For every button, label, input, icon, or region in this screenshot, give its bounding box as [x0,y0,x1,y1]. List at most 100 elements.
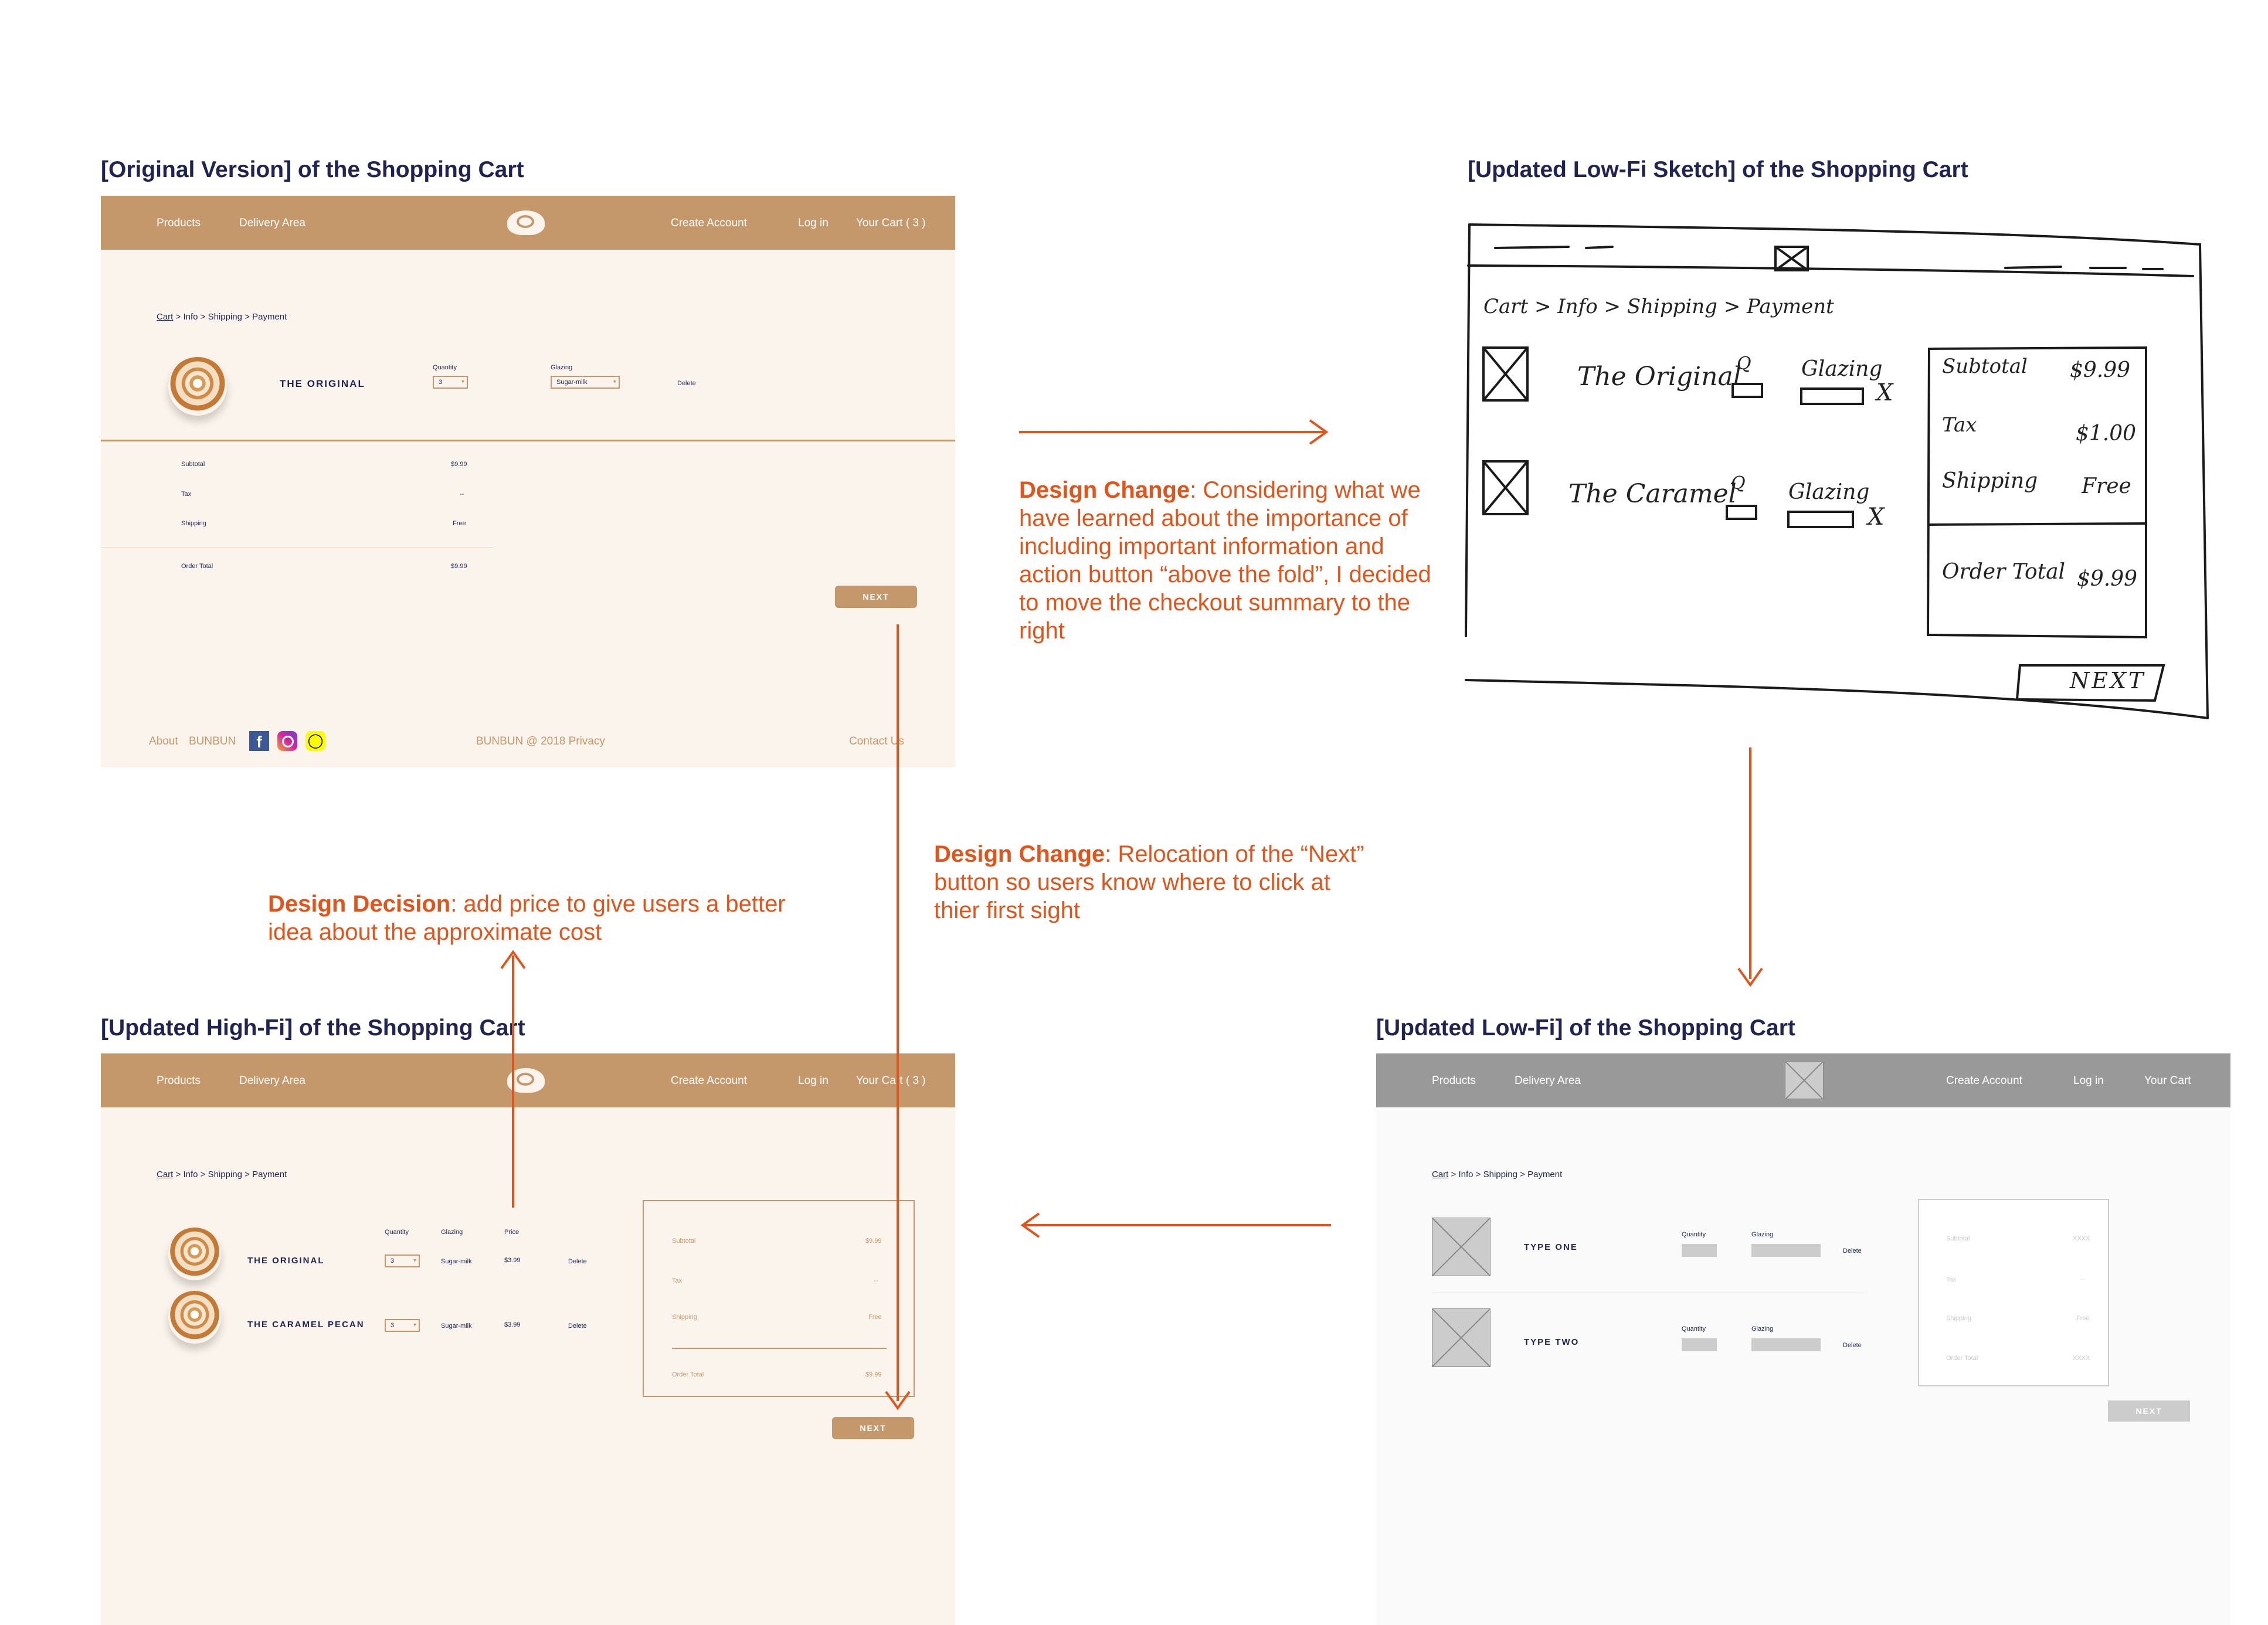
breadcrumb-shipping[interactable]: Shipping [208,1170,242,1179]
delete-link[interactable]: Delete [677,380,696,387]
glazing-field[interactable] [1751,1244,1821,1257]
highfi-title: [Updated High-Fi] of the Shopping Cart [101,1015,525,1041]
order-total-value: $9.99 [451,563,467,570]
quantity-field[interactable] [1682,1338,1717,1351]
quantity-label: Quantity [433,364,457,371]
breadcrumb-payment[interactable]: Payment [252,1170,287,1179]
logo-placeholder-icon[interactable] [1785,1062,1824,1099]
original-mockup: Products Delivery Area Create Account Lo… [101,196,955,767]
delete-link[interactable]: Delete [1843,1342,1862,1349]
breadcrumb-separator: > [175,1170,181,1179]
nav-create-account-link[interactable]: Create Account [671,217,747,230]
next-button[interactable]: NEXT [832,1417,914,1439]
shipping-label: Shipping [1946,1315,1971,1322]
item-name: THE ORIGINAL [247,1256,325,1266]
arrow-price-decision [512,956,514,1208]
quantity-field[interactable] [1682,1244,1717,1257]
nav-login-link[interactable]: Log in [798,217,829,230]
sketch-shipping-label: Shipping [1942,469,2038,493]
breadcrumb-cart[interactable]: Cart [157,312,173,322]
snapchat-icon[interactable]: ◯ [305,731,325,751]
quantity-label: Quantity [1682,1325,1706,1332]
sketch-title: [Updated Low-Fi Sketch] of the Shopping … [1468,157,1968,182]
arrow-up-head-icon [500,950,526,970]
breadcrumb-separator: > [245,1170,250,1179]
breadcrumb-info[interactable]: Info [1458,1170,1473,1179]
breadcrumb-info[interactable]: Info [183,1170,198,1179]
divider [101,440,955,441]
nav-delivery-link[interactable]: Delivery Area [1515,1075,1581,1087]
breadcrumb-shipping[interactable]: Shipping [208,312,242,322]
sketch-next-button: NEXT [2070,668,2146,693]
delete-link[interactable]: Delete [1843,1247,1862,1255]
breadcrumb-shipping[interactable]: Shipping [1483,1170,1517,1179]
tax-value: -- [2080,1276,2085,1283]
quantity-select[interactable]: 3 [385,1319,420,1332]
glazing-value[interactable]: Sugar-milk [441,1258,472,1265]
nav-cart-link[interactable]: Your Cart ( 3 ) [856,1075,926,1087]
tax-label: Tax [672,1277,683,1284]
nav-delivery-link[interactable]: Delivery Area [239,217,305,230]
breadcrumb-payment[interactable]: Payment [252,312,287,322]
nav-create-account-link[interactable]: Create Account [671,1075,747,1087]
facebook-icon[interactable]: f [249,731,269,751]
nav-cart-link[interactable]: Your Cart ( 3 ) [856,217,926,230]
bunbun-logo-icon[interactable] [507,210,545,235]
tax-value: -- [460,491,464,498]
quantity-select[interactable]: 3 [433,376,468,389]
nav-products-link[interactable]: Products [1432,1075,1476,1087]
breadcrumb-separator: > [1520,1170,1525,1179]
breadcrumb-separator: > [200,1170,206,1179]
product-image-placeholder [1432,1308,1491,1367]
breadcrumb-payment[interactable]: Payment [1527,1170,1562,1179]
sketch-breadcrumb: Cart > Info > Shipping > Payment [1483,295,1834,318]
sketch-total-value: $9.99 [2077,567,2138,591]
footer-contact-link[interactable]: Contact Us [849,735,904,748]
next-button[interactable]: NEXT [2108,1400,2190,1422]
tax-value: -- [874,1277,878,1284]
glazing-select[interactable]: Sugar-milk [551,376,620,389]
delete-link[interactable]: Delete [568,1323,587,1330]
nav-create-account-link[interactable]: Create Account [1946,1075,2022,1087]
breadcrumb: Cart > Info > Shipping > Payment [157,312,287,322]
price-header: Price [504,1229,520,1236]
note-label: Design Change [1019,477,1190,503]
breadcrumb-separator: > [200,312,206,322]
arrow-right [1019,431,1324,433]
highfi-mockup: Products Delivery Area Create Account Lo… [101,1053,955,1625]
footer-about-link[interactable]: About [149,735,178,748]
design-change-note-2: Design Change: Relocation of the “Next” … [934,840,1380,924]
next-button[interactable]: NEXT [835,586,917,608]
order-summary-box: Subtotal $9.99 Tax -- Shipping Free Orde… [643,1200,915,1397]
price-value: $3.99 [504,1257,521,1264]
nav-products-link[interactable]: Products [157,1075,201,1087]
instagram-icon[interactable] [277,731,297,751]
arrow-left-head-icon [1020,1212,1040,1238]
sketch-subtotal-label: Subtotal [1942,355,2028,378]
order-total-value: $9.99 [865,1371,882,1378]
nav-login-link[interactable]: Log in [798,1075,829,1087]
glazing-field[interactable] [1751,1338,1821,1351]
sketch-item-1: The Original [1577,362,1741,392]
breadcrumb-info[interactable]: Info [183,312,198,322]
breadcrumb-cart[interactable]: Cart [157,1170,173,1179]
subtotal-value: $9.99 [865,1238,882,1245]
glazing-label: Glazing [1751,1231,1774,1238]
nav-login-link[interactable]: Log in [2073,1075,2104,1087]
glazing-value[interactable]: Sugar-milk [441,1323,472,1330]
quantity-label: Quantity [1682,1231,1706,1238]
sketch-item-2: The Caramel [1568,479,1737,509]
price-value: $3.99 [504,1321,521,1328]
shipping-label: Shipping [181,520,206,527]
summary-divider [672,1348,887,1349]
item-name: TYPE ONE [1524,1242,1578,1252]
tax-label: Tax [1946,1276,1957,1283]
delete-link[interactable]: Delete [568,1258,587,1265]
breadcrumb-cart[interactable]: Cart [1432,1170,1448,1179]
nav-products-link[interactable]: Products [157,217,201,230]
product-image-placeholder [1432,1218,1491,1276]
nav-delivery-link[interactable]: Delivery Area [239,1075,305,1087]
quantity-select[interactable]: 3 [385,1255,420,1267]
tax-label: Tax [181,491,192,498]
nav-cart-link[interactable]: Your Cart [2144,1075,2191,1087]
